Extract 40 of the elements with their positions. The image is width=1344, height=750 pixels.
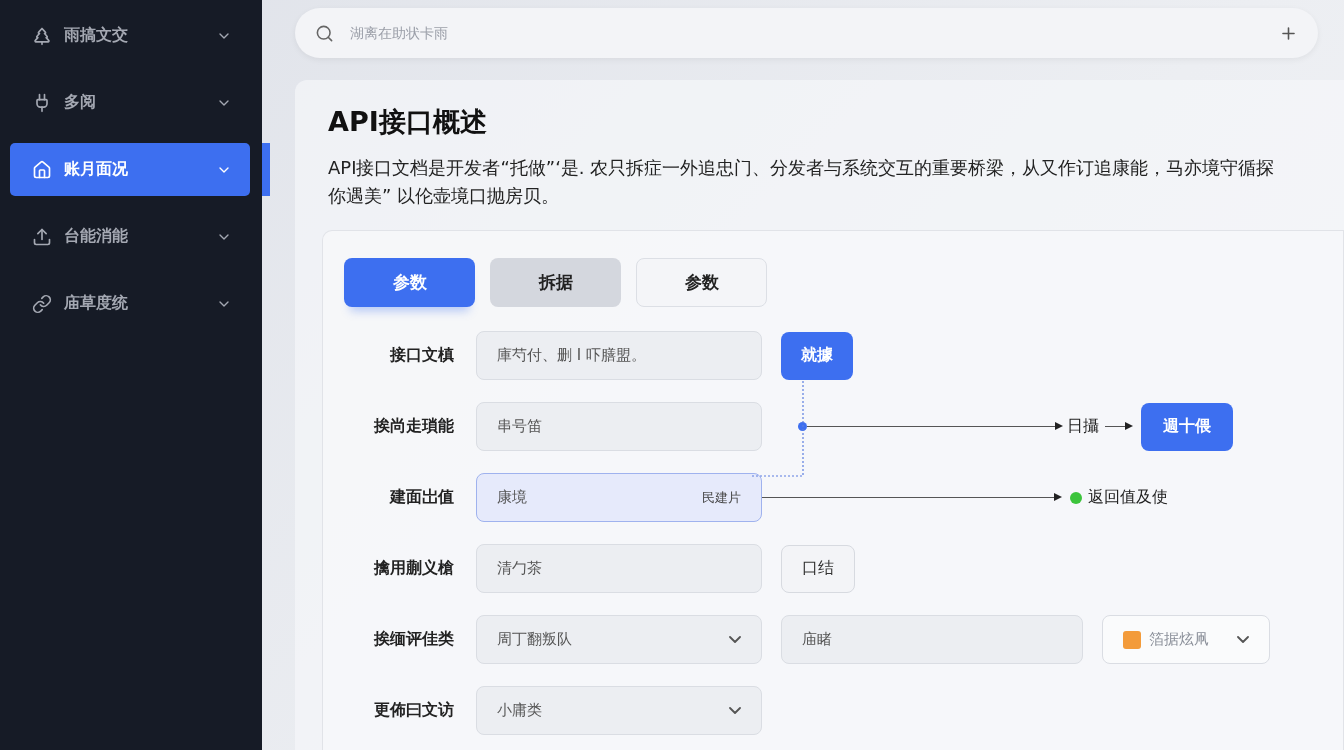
input-field[interactable]: 清勹茶 (476, 544, 762, 593)
link-icon (32, 293, 52, 314)
field-label: 擒用蒯义槍 (372, 558, 454, 579)
connector-dot (798, 422, 807, 431)
action-button[interactable]: 就據 (781, 331, 853, 380)
field-label: 更佈曰文访 (373, 700, 454, 721)
tab[interactable]: 参数 (344, 258, 475, 307)
chevron-down-icon (729, 636, 741, 643)
input-field[interactable]: 庫芍付、删 I 吓膳盟。 (476, 331, 762, 380)
action-button[interactable]: 口结 (781, 544, 855, 593)
tab[interactable]: 拆据 (490, 258, 621, 307)
sidebar-item[interactable]: 庙草度统 (10, 277, 250, 330)
select-field[interactable]: 小庸类 (476, 686, 762, 735)
flow-button[interactable]: 週十偎 (1141, 402, 1233, 451)
input-field[interactable]: 串号笛 (476, 402, 762, 451)
field-label: 挨尚走瑣能 (372, 416, 454, 437)
input-field[interactable]: 庙睹 (781, 615, 1083, 664)
search-icon (315, 23, 334, 43)
search-input[interactable]: 湖离在助状卡雨 (348, 24, 1265, 42)
flow-label: 返回值及使 (1088, 487, 1168, 508)
tree-icon (32, 25, 52, 46)
upload-icon (32, 226, 52, 247)
tab[interactable]: 参数 (636, 258, 767, 307)
sidebar-item[interactable]: 雨搞文交 (10, 9, 250, 62)
select-field[interactable]: 周丁翻叛队 (476, 615, 762, 664)
chevron-down-icon (729, 707, 741, 714)
page-title: API接口概述 (328, 105, 488, 139)
chevron-down-icon (1237, 636, 1249, 643)
active-indicator (262, 143, 270, 196)
tag-icon (1123, 630, 1141, 649)
home-icon (32, 159, 52, 180)
field-label: 建面岀值 (388, 487, 454, 508)
input-field[interactable]: 康境 民建片 (476, 473, 762, 522)
field-label: 接口文槙 (389, 345, 454, 366)
field-label: 挨缅评佳类 (372, 629, 454, 650)
flow-label: 日攝 (1067, 416, 1099, 437)
sidebar-item[interactable]: 台能消能 (10, 210, 250, 263)
sidebar-item[interactable]: 多阅 (10, 76, 250, 129)
description: API接口文档是开发者“托做”‘是. 农只拆症一外追忠门、分发者与系统交互的重要桥梁，从又作订追康能，马亦境守循探你遇美” 以伦壶境口抛房贝。 (328, 156, 1276, 208)
search-bar[interactable]: 湖离在助状卡雨 (295, 8, 1318, 58)
